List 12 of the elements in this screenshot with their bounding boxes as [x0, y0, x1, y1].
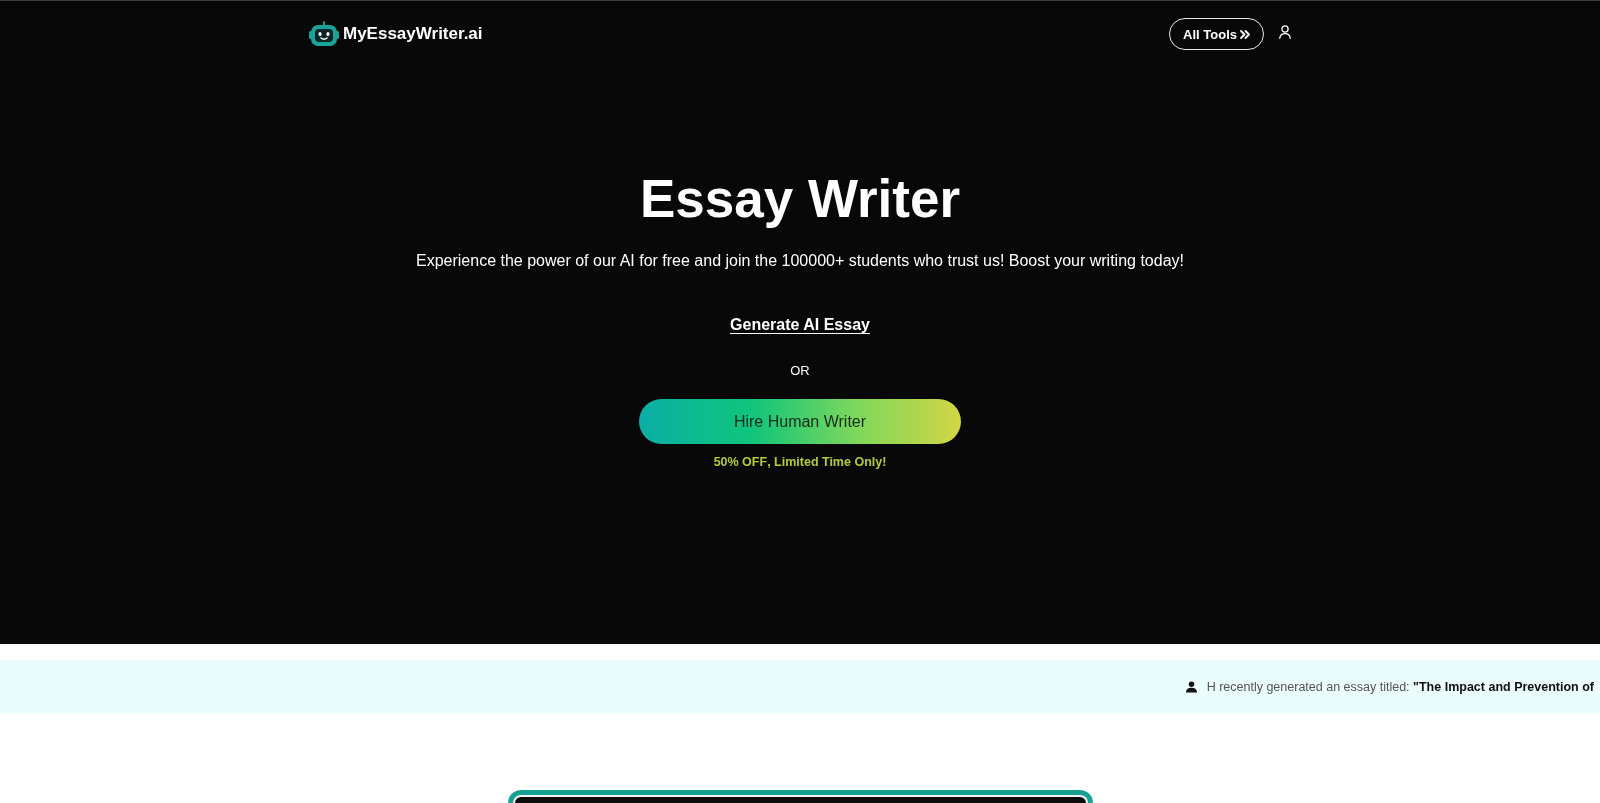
offer-text: 50% OFF, Limited Time Only! — [713, 454, 887, 471]
hire-writer-button[interactable]: Hire Human Writer — [639, 399, 961, 444]
page-title: Essay Writer — [639, 168, 961, 230]
double-chevron-icon — [1240, 29, 1250, 39]
person-icon — [1185, 680, 1197, 693]
subtitle-text: Experience the power of our AI for free and join the 100000+ students who trust us! Boost your writing today! — [416, 251, 1184, 271]
robot-icon — [309, 21, 339, 47]
logo-text[interactable]: MyEssayWriter.ai — [343, 24, 483, 44]
user-icon[interactable] — [1279, 25, 1291, 39]
generate-essay-link[interactable]: Generate AI Essay — [730, 313, 870, 337]
separator-text: OR — [790, 362, 810, 380]
ticker-text: H recently generated an essay titled: "The Impact and Prevention of — [1206, 679, 1594, 694]
